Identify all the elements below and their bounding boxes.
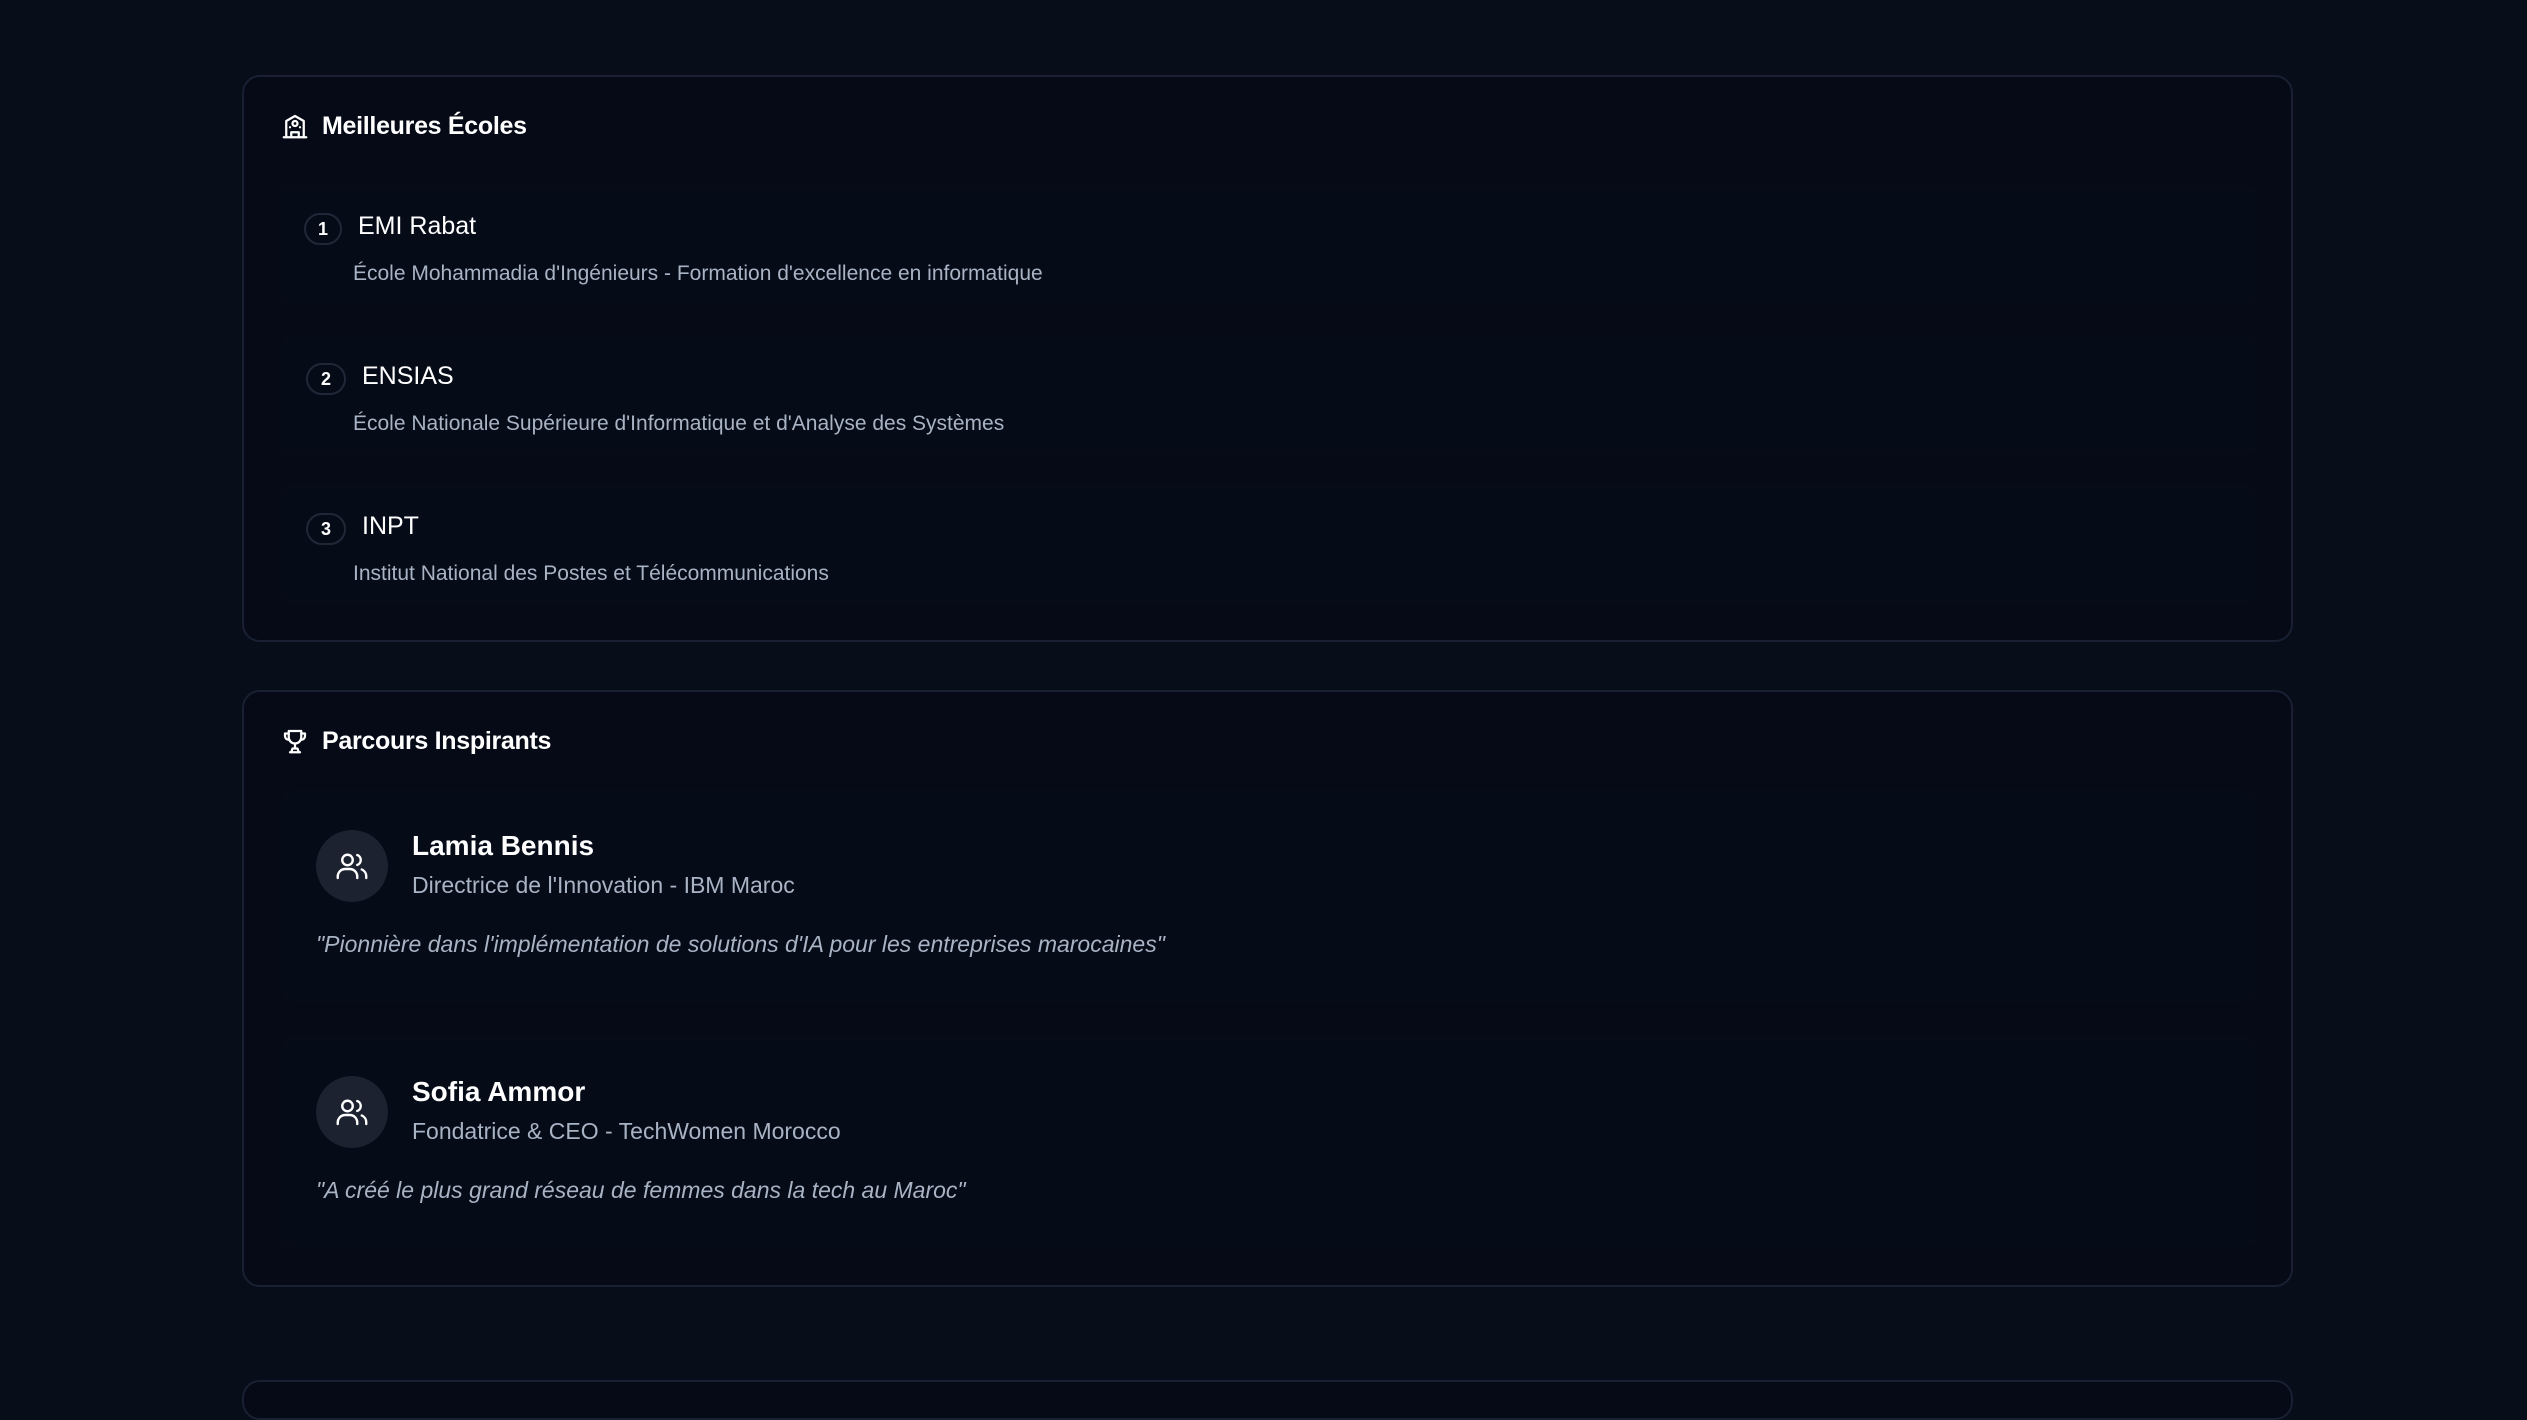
school-item[interactable]: 1 EMI Rabat École Mohammadia d'Ingénieur… — [280, 185, 2257, 305]
school-name: ENSIAS — [362, 362, 454, 390]
school-name: EMI Rabat — [358, 212, 477, 240]
mentors-card-header: Parcours Inspirants — [280, 726, 551, 756]
mentor-name: Sofia Ammor — [412, 1076, 586, 1107]
avatar — [316, 830, 388, 902]
users-icon — [334, 1094, 370, 1130]
school-description: Institut National des Postes et Télécomm… — [353, 562, 829, 585]
schools-card: Meilleures Écoles 1 EMI Rabat École Moha… — [242, 75, 2293, 642]
school-name: INPT — [362, 512, 419, 540]
school-item[interactable]: 3 INPT Institut National des Postes et T… — [280, 485, 2257, 605]
mentor-role: Fondatrice & CEO - TechWomen Morocco — [412, 1118, 841, 1144]
rank-badge: 2 — [306, 363, 346, 395]
mentor-quote: "Pionnière dans l'implémentation de solu… — [316, 931, 1165, 957]
mentor-role: Directrice de l'Innovation - IBM Maroc — [412, 872, 795, 898]
trophy-icon — [280, 726, 310, 756]
avatar — [316, 1076, 388, 1148]
mentor-quote: "A créé le plus grand réseau de femmes d… — [316, 1177, 966, 1203]
mentors-card: Parcours Inspirants Lamia Bennis Directr… — [242, 690, 2293, 1287]
schools-card-header: Meilleures Écoles — [280, 111, 527, 141]
next-section-card — [242, 1380, 2293, 1420]
school-description: École Mohammadia d'Ingénieurs - Formatio… — [353, 262, 1043, 285]
school-description: École Nationale Supérieure d'Informatiqu… — [353, 412, 1005, 435]
mentors-title: Parcours Inspirants — [322, 726, 552, 755]
rank-badge: 1 — [304, 213, 342, 245]
users-icon — [334, 848, 370, 884]
school-icon — [280, 111, 310, 141]
mentor-card[interactable]: Sofia Ammor Fondatrice & CEO - TechWomen… — [280, 1036, 2257, 1248]
mentor-card[interactable]: Lamia Bennis Directrice de l'Innovation … — [280, 790, 2257, 1002]
rank-badge: 3 — [306, 513, 346, 545]
mentor-name: Lamia Bennis — [412, 830, 595, 861]
schools-title: Meilleures Écoles — [322, 111, 527, 140]
school-item[interactable]: 2 ENSIAS École Nationale Supérieure d'In… — [280, 335, 2257, 455]
